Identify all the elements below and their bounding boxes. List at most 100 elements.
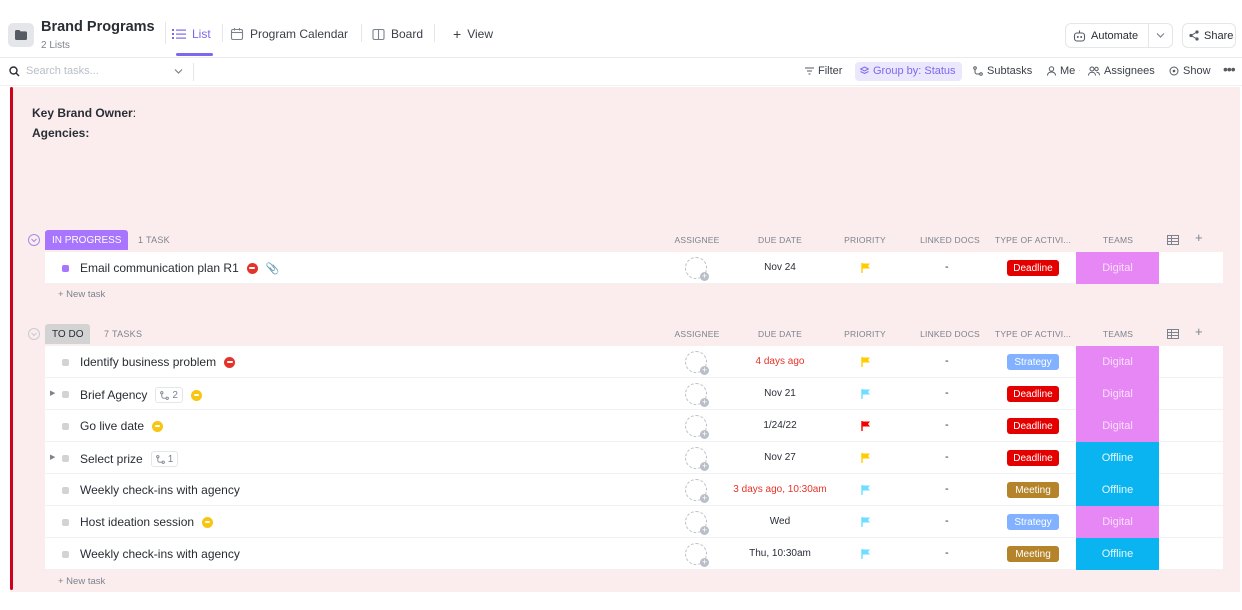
subtask-count[interactable]: 1 xyxy=(150,451,179,467)
task-name[interactable]: Weekly check-ins with agency xyxy=(80,483,240,497)
activity-type-badge[interactable]: Deadline xyxy=(1007,386,1059,402)
priority-flag-icon[interactable] xyxy=(860,262,872,274)
team-badge[interactable]: Digital xyxy=(1076,346,1159,378)
new-task-button[interactable]: + New task xyxy=(58,576,105,587)
assignee-placeholder-avatar[interactable] xyxy=(685,257,709,281)
column-teams[interactable]: TEAMS xyxy=(1083,329,1153,339)
task-name[interactable]: Go live date xyxy=(80,419,144,433)
assignee-placeholder-avatar[interactable] xyxy=(685,511,709,535)
activity-type-badge[interactable]: Deadline xyxy=(1007,260,1059,276)
status-dot[interactable] xyxy=(62,519,69,526)
share-button[interactable]: Share xyxy=(1182,23,1236,48)
linked-docs-value[interactable]: - xyxy=(945,483,949,495)
me-button[interactable]: Me xyxy=(1047,65,1075,77)
status-dot[interactable] xyxy=(62,551,69,558)
status-dot[interactable] xyxy=(62,423,69,430)
task-name-cell[interactable]: Go live date xyxy=(80,419,164,433)
task-name[interactable]: Weekly check-ins with agency xyxy=(80,547,240,561)
assignee-placeholder-avatar[interactable] xyxy=(685,447,709,471)
task-row[interactable]: ▶ Brief Agency 2 Nov 21 - Deadline Digital xyxy=(45,378,1223,410)
task-name[interactable]: Host ideation session xyxy=(80,515,194,529)
waiting-icon[interactable] xyxy=(190,389,202,401)
collapse-group-icon[interactable] xyxy=(28,328,40,340)
task-row[interactable]: Identify business problem 4 days ago - Stra… xyxy=(45,346,1223,378)
column-due-date[interactable]: DUE DATE xyxy=(735,329,825,339)
task-row[interactable]: ▶ Select prize 1 Nov 27 - Deadline Offline xyxy=(45,442,1223,474)
column-assignee[interactable]: ASSIGNEE xyxy=(665,235,729,245)
linked-docs-value[interactable]: - xyxy=(945,515,949,527)
due-date[interactable]: 1/24/22 xyxy=(730,420,830,431)
column-due-date[interactable]: DUE DATE xyxy=(735,235,825,245)
task-row[interactable]: Weekly check-ins with agency Thu, 10:30am… xyxy=(45,538,1223,570)
subtask-count[interactable]: 2 xyxy=(155,387,183,403)
activity-type-badge[interactable]: Deadline xyxy=(1007,450,1059,466)
task-row[interactable]: Host ideation session Wed - Strategy Digital xyxy=(45,506,1223,538)
assignee-placeholder-avatar[interactable] xyxy=(685,543,709,567)
activity-type-badge[interactable]: Strategy xyxy=(1007,354,1059,370)
due-date[interactable]: Thu, 10:30am xyxy=(730,548,830,559)
task-row[interactable]: Weekly check-ins with agency 3 days ago, … xyxy=(45,474,1223,506)
due-date[interactable]: Wed xyxy=(730,516,830,527)
subtasks-button[interactable]: Subtasks xyxy=(973,65,1032,77)
status-badge-to-do[interactable]: TO DO xyxy=(45,324,91,344)
assignee-placeholder-avatar[interactable] xyxy=(685,415,709,439)
task-name[interactable]: Identify business problem xyxy=(80,355,216,369)
team-badge[interactable]: Digital xyxy=(1076,378,1159,410)
task-row[interactable]: Go live date 1/24/22 - Deadline Digital xyxy=(45,410,1223,442)
more-options-icon[interactable]: ••• xyxy=(1223,61,1236,77)
task-name[interactable]: Select prize xyxy=(80,452,143,466)
show-button[interactable]: Show xyxy=(1169,65,1211,77)
paperclip-icon[interactable]: 📎 xyxy=(266,262,280,275)
priority-flag-icon[interactable] xyxy=(860,388,872,400)
task-name-cell[interactable]: Weekly check-ins with agency xyxy=(80,483,240,497)
team-badge[interactable]: Offline xyxy=(1076,442,1159,474)
due-date[interactable]: Nov 27 xyxy=(730,452,830,463)
priority-flag-icon[interactable] xyxy=(860,548,872,560)
priority-flag-icon[interactable] xyxy=(860,356,872,368)
task-name-cell[interactable]: Select prize 1 xyxy=(80,451,179,467)
group-by-button-overlay[interactable]: Group by: Status xyxy=(860,65,956,77)
folder-icon[interactable] xyxy=(8,23,34,47)
linked-docs-value[interactable]: - xyxy=(945,547,949,559)
expand-subtasks-icon[interactable]: ▶ xyxy=(50,389,55,397)
task-name[interactable]: Brief Agency xyxy=(80,388,147,402)
column-linked-docs[interactable]: LINKED DOCS xyxy=(910,235,990,245)
column-teams[interactable]: TEAMS xyxy=(1083,235,1153,245)
add-view-button[interactable]: + View xyxy=(453,27,493,41)
blocked-icon[interactable] xyxy=(224,356,236,368)
activity-type-badge[interactable]: Deadline xyxy=(1007,418,1059,434)
blocked-icon[interactable] xyxy=(246,262,258,274)
waiting-icon[interactable] xyxy=(202,516,214,528)
column-linked-docs[interactable]: LINKED DOCS xyxy=(910,329,990,339)
team-badge[interactable]: Offline xyxy=(1076,474,1159,506)
team-badge[interactable]: Digital xyxy=(1076,506,1159,538)
status-dot[interactable] xyxy=(62,359,69,366)
task-name-cell[interactable]: Email communication plan R1 📎 xyxy=(80,261,279,275)
column-type-of-activity[interactable]: TYPE OF ACTIVI... xyxy=(990,329,1076,339)
team-badge[interactable]: Digital xyxy=(1076,252,1159,284)
expand-subtasks-icon[interactable]: ▶ xyxy=(50,453,55,461)
priority-flag-icon[interactable] xyxy=(860,420,872,432)
new-task-button[interactable]: + New task xyxy=(58,289,105,300)
linked-docs-value[interactable]: - xyxy=(945,387,949,399)
assignee-placeholder-avatar[interactable] xyxy=(685,479,709,503)
task-name-cell[interactable]: Host ideation session xyxy=(80,515,214,529)
status-dot[interactable] xyxy=(62,455,69,462)
team-badge[interactable]: Digital xyxy=(1076,410,1159,442)
task-name-cell[interactable]: Identify business problem xyxy=(80,355,236,369)
activity-type-badge[interactable]: Meeting xyxy=(1007,546,1059,562)
status-badge-in-progress[interactable]: IN PROGRESS xyxy=(45,230,129,250)
task-name[interactable]: Email communication plan R1 xyxy=(80,261,239,275)
table-settings-icon[interactable] xyxy=(1167,328,1179,340)
due-date[interactable]: Nov 24 xyxy=(730,262,830,273)
linked-docs-value[interactable]: - xyxy=(945,355,949,367)
status-dot[interactable] xyxy=(62,487,69,494)
assignee-placeholder-avatar[interactable] xyxy=(685,351,709,375)
tab-list[interactable]: List xyxy=(172,27,211,41)
due-date[interactable]: 3 days ago, 10:30am xyxy=(730,484,830,495)
add-column-icon[interactable]: + xyxy=(1195,230,1203,245)
automate-button[interactable]: Automate xyxy=(1065,23,1173,48)
assignees-button[interactable]: Assignees xyxy=(1088,65,1155,77)
status-dot[interactable] xyxy=(62,265,69,272)
due-date[interactable]: 4 days ago xyxy=(730,356,830,367)
